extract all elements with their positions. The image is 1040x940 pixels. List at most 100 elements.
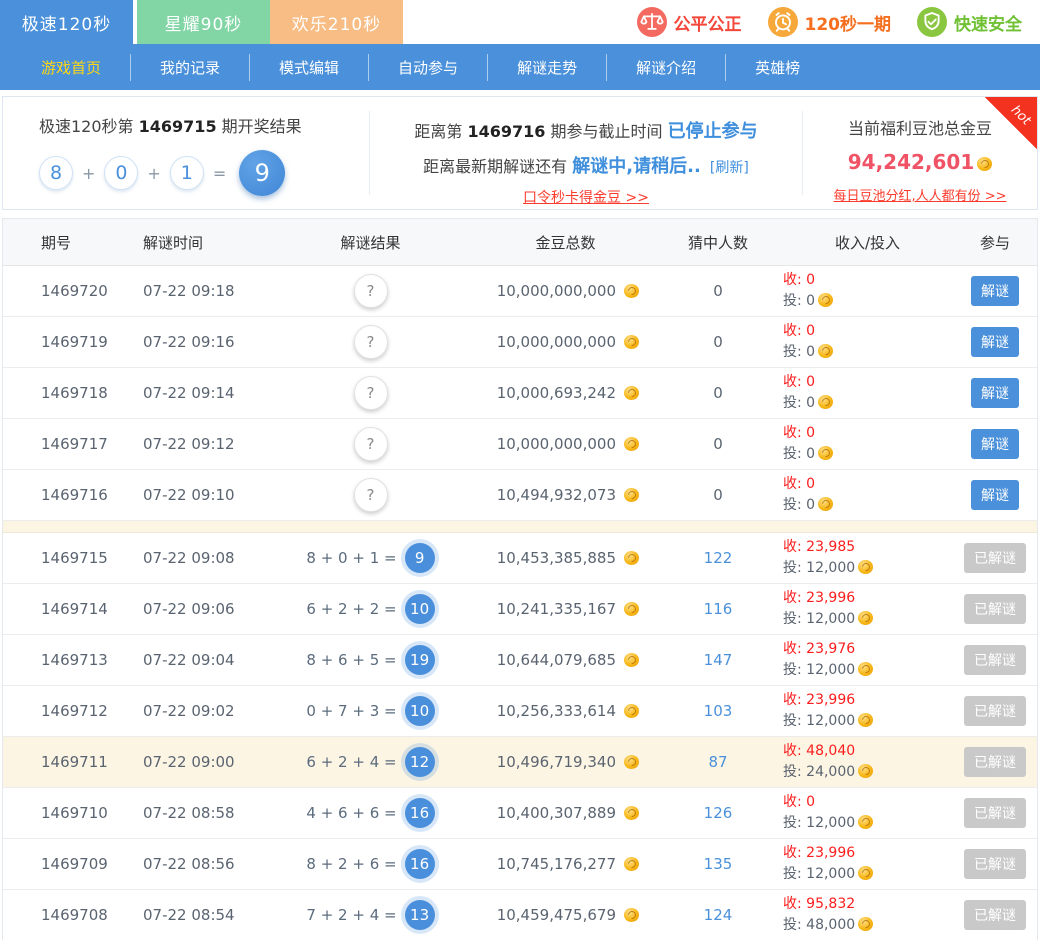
invest-label: 投: — [783, 764, 802, 780]
result-equation: 6 + 2 + 2 = — [306, 600, 396, 618]
income-label: 收: — [783, 896, 802, 912]
income-cell: 收: 0 投: 0 — [783, 270, 953, 312]
result-sum-circle: 9 — [405, 543, 435, 573]
winners-cell[interactable]: 116 — [653, 600, 783, 618]
solve-button[interactable]: 解谜 — [971, 276, 1019, 306]
countdown-line2-prefix: 距离最新期解谜还有 — [423, 157, 567, 176]
main-nav: 游戏首页 我的记录 模式编辑 自动参与 解谜走势 解谜介绍 英雄榜 — [0, 44, 1040, 90]
draw-sum-circle: 9 — [239, 150, 285, 196]
coin-icon — [858, 713, 873, 727]
invest-value: 12,000 — [806, 662, 855, 678]
winners-cell[interactable]: 124 — [653, 906, 783, 924]
tab-happy-210s[interactable]: 欢乐210秒 — [270, 0, 403, 44]
solve-button[interactable]: 解谜 — [971, 429, 1019, 459]
income-cell: 收: 0 投: 0 — [783, 474, 953, 516]
coin-icon — [818, 293, 833, 307]
plus-sign: + — [82, 164, 95, 183]
tab-speed-120s[interactable]: 极速120秒 — [0, 0, 133, 44]
pool-value: 10,256,333,614 — [497, 702, 616, 720]
pool-cell: 10,644,079,685 — [478, 651, 653, 669]
coin-icon — [624, 908, 639, 922]
invest-value: 12,000 — [806, 815, 855, 831]
period-cell: 1469717 — [3, 435, 113, 453]
info-panel: 极速120秒第 1469715 期开奖结果 8 + 0 + 1 = 9 距离第 … — [2, 96, 1038, 210]
promo-link[interactable]: 口令秒卡得金豆 >> — [523, 190, 649, 206]
tab-star-90s[interactable]: 星耀90秒 — [137, 0, 270, 44]
coin-icon — [818, 395, 833, 409]
income-cell: 收: 48,040 投: 24,000 — [783, 741, 953, 783]
action-cell: 已解谜 — [953, 645, 1037, 675]
time-cell: 07-22 09:02 — [113, 702, 263, 720]
action-cell: 已解谜 — [953, 696, 1037, 726]
income-label: 收: — [783, 743, 802, 759]
income-value: 0 — [806, 476, 815, 492]
pool-value: 10,000,693,242 — [497, 384, 616, 402]
invest-value: 0 — [806, 497, 815, 513]
result-sum-circle: 19 — [405, 645, 435, 675]
nav-item-auto-join[interactable]: 自动参与 — [368, 54, 487, 81]
solve-button[interactable]: 已解谜 — [964, 900, 1026, 930]
coin-icon — [624, 704, 639, 718]
period-cell: 1469714 — [3, 600, 113, 618]
nav-item-my-records[interactable]: 我的记录 — [130, 54, 249, 81]
winners-cell[interactable]: 147 — [653, 651, 783, 669]
table-row: 1469718 07-22 09:14 ? 10,000,693,242 0 收… — [3, 368, 1037, 419]
solve-button[interactable]: 解谜 — [971, 480, 1019, 510]
result-cell: ? — [263, 427, 478, 461]
winners-cell[interactable]: 122 — [653, 549, 783, 567]
invest-value: 12,000 — [806, 611, 855, 627]
nav-item-mode-edit[interactable]: 模式编辑 — [249, 54, 368, 81]
winners-cell[interactable]: 87 — [653, 753, 783, 771]
coin-icon — [977, 157, 992, 171]
nav-item-trend[interactable]: 解谜走势 — [487, 54, 606, 81]
winners-cell[interactable]: 103 — [653, 702, 783, 720]
solve-button[interactable]: 已解谜 — [964, 798, 1026, 828]
solve-button[interactable]: 已解谜 — [964, 747, 1026, 777]
refresh-link[interactable]: [刷新] — [710, 160, 749, 176]
action-cell: 解谜 — [953, 429, 1037, 459]
action-cell: 解谜 — [953, 378, 1037, 408]
solve-button[interactable]: 解谜 — [971, 327, 1019, 357]
solve-button[interactable]: 已解谜 — [964, 696, 1026, 726]
action-cell: 已解谜 — [953, 798, 1037, 828]
coin-icon — [624, 653, 639, 667]
nav-item-hero-ranking[interactable]: 英雄榜 — [725, 54, 829, 81]
winners-cell[interactable]: 135 — [653, 855, 783, 873]
time-cell: 07-22 09:04 — [113, 651, 263, 669]
nav-item-intro[interactable]: 解谜介绍 — [606, 54, 725, 81]
result-sum-circle: 13 — [405, 900, 435, 930]
nav-item-game-home[interactable]: 游戏首页 — [12, 54, 130, 81]
period-cell: 1469718 — [3, 384, 113, 402]
pool-value: 10,000,000,000 — [497, 282, 616, 300]
result-cell: ? — [263, 274, 478, 308]
time-cell: 07-22 08:56 — [113, 855, 263, 873]
pending-rows-group: 1469720 07-22 09:18 ? 10,000,000,000 0 收… — [3, 266, 1037, 521]
income-label: 收: — [783, 476, 802, 492]
coin-icon — [624, 755, 639, 769]
income-label: 收: — [783, 374, 802, 390]
solve-button[interactable]: 已解谜 — [964, 594, 1026, 624]
income-cell: 收: 95,832 投: 48,000 — [783, 894, 953, 936]
coin-icon — [624, 857, 639, 871]
pool-cell: 10,241,335,167 — [478, 600, 653, 618]
equals-sign: = — [213, 164, 226, 183]
period-cell: 1469712 — [3, 702, 113, 720]
solve-button[interactable]: 解谜 — [971, 378, 1019, 408]
countdown-line1-prefix: 距离第 — [414, 122, 462, 141]
time-cell: 07-22 09:06 — [113, 600, 263, 618]
income-label: 收: — [783, 425, 802, 441]
solve-button[interactable]: 已解谜 — [964, 849, 1026, 879]
result-sum-circle: 16 — [405, 798, 435, 828]
solve-button[interactable]: 已解谜 — [964, 543, 1026, 573]
period-cell: 1469716 — [3, 486, 113, 504]
dividend-link[interactable]: 每日豆池分红,人人都有份 >> — [833, 185, 1006, 204]
solve-button[interactable]: 已解谜 — [964, 645, 1026, 675]
result-equation: 6 + 2 + 4 = — [306, 753, 396, 771]
winners-cell[interactable]: 126 — [653, 804, 783, 822]
coin-icon — [624, 335, 639, 349]
invest-value: 12,000 — [806, 866, 855, 882]
action-cell: 已解谜 — [953, 594, 1037, 624]
coin-icon — [858, 815, 873, 829]
pool-value: 10,459,475,679 — [497, 906, 616, 924]
pool-cell: 10,496,719,340 — [478, 753, 653, 771]
